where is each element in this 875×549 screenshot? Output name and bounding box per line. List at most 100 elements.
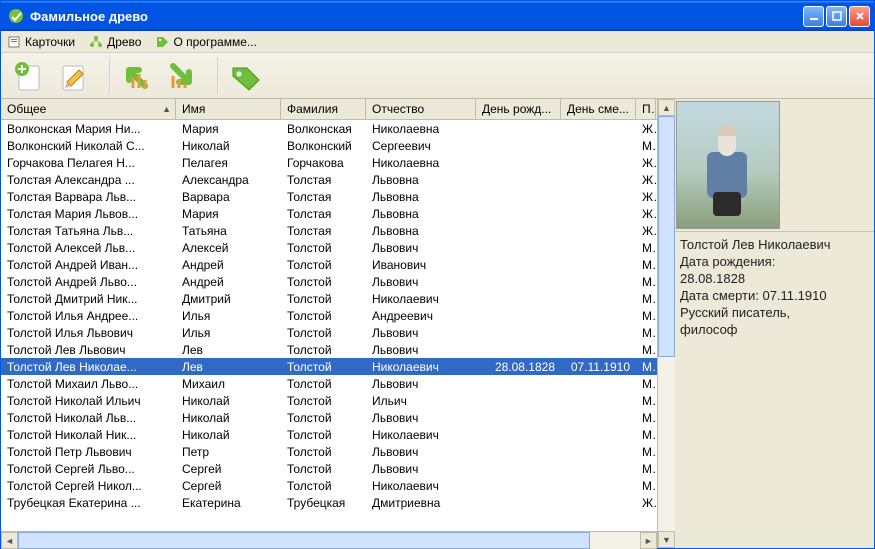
- table-cell: Львович: [366, 411, 476, 425]
- new-card-icon: [11, 58, 47, 94]
- vertical-scrollbar[interactable]: ▲ ▼: [657, 99, 674, 548]
- h-scroll-thumb[interactable]: [18, 532, 590, 549]
- table-row[interactable]: Толстой Михаил Льво...МихаилТолстойЛьвов…: [1, 375, 657, 392]
- table-row[interactable]: Толстой Лев ЛьвовичЛевТолстойЛьвовичМ: [1, 341, 657, 358]
- menu-cards[interactable]: Карточки: [7, 35, 75, 49]
- v-scroll-thumb[interactable]: [658, 116, 675, 357]
- table-row[interactable]: Толстой Алексей Льв...АлексейТолстойЛьво…: [1, 239, 657, 256]
- table-row[interactable]: Толстой Андрей Льво...АндрейТолстойЛьвов…: [1, 273, 657, 290]
- table-cell: Толстой Сергей Льво...: [1, 462, 176, 476]
- menu-about[interactable]: О программе...: [155, 35, 256, 49]
- table-cell: Толстой Дмитрий Ник...: [1, 292, 176, 306]
- person-photo[interactable]: [676, 101, 780, 229]
- table-cell: Толстой: [281, 360, 366, 374]
- column-surname[interactable]: Фамилия: [281, 99, 366, 119]
- table-cell: Ж: [636, 156, 656, 170]
- table-cell: Андрей: [176, 258, 281, 272]
- table-cell: Толстой: [281, 292, 366, 306]
- table-cell: Андрей: [176, 275, 281, 289]
- column-birthday[interactable]: День рожд...: [476, 99, 561, 119]
- table-cell: Дмитриевна: [366, 496, 476, 510]
- column-deathday[interactable]: День сме...: [561, 99, 636, 119]
- table-cell: Львовна: [366, 173, 476, 187]
- table-row[interactable]: Толстой Николай Льв...НиколайТолстойЛьво…: [1, 409, 657, 426]
- table-row[interactable]: Толстой Лев Николае...ЛевТолстойНиколаев…: [1, 358, 657, 375]
- scroll-left-button[interactable]: ◄: [1, 532, 18, 549]
- table-cell: Александра: [176, 173, 281, 187]
- h-scroll-track[interactable]: [18, 532, 640, 549]
- table-row[interactable]: Толстой Андрей Иван...АндрейТолстойИвано…: [1, 256, 657, 273]
- scroll-down-button[interactable]: ▼: [658, 531, 675, 548]
- table-cell: Николай: [176, 139, 281, 153]
- scroll-right-button[interactable]: ►: [640, 532, 657, 549]
- new-card-button[interactable]: [9, 56, 49, 96]
- table-row[interactable]: Толстая Татьяна Льв...ТатьянаТолстаяЛьво…: [1, 222, 657, 239]
- table-cell: Николаевич: [366, 428, 476, 442]
- table-cell: Толстой Николай Ник...: [1, 428, 176, 442]
- table-cell: Николаевна: [366, 156, 476, 170]
- table-cell: М: [636, 275, 656, 289]
- tag-icon: [155, 35, 169, 49]
- detail-text: Толстой Лев Николаевич Дата рождения: 28…: [674, 231, 874, 548]
- table-row[interactable]: Горчакова Пелагея Н...ПелагеяГорчаковаНи…: [1, 154, 657, 171]
- table-cell: Толстой Лев Николае...: [1, 360, 176, 374]
- descendants-button[interactable]: [161, 56, 201, 96]
- table-row[interactable]: Толстая Варвара Льв...ВарвараТолстаяЛьво…: [1, 188, 657, 205]
- arrow-down-right-icon: [163, 58, 199, 94]
- table-row[interactable]: Толстая Мария Львов...МарияТолстаяЛьвовн…: [1, 205, 657, 222]
- table-cell: Толстая Татьяна Льв...: [1, 224, 176, 238]
- table-row[interactable]: Толстой Дмитрий Ник...ДмитрийТолстойНико…: [1, 290, 657, 307]
- title-bar[interactable]: Фамильное древо: [1, 1, 874, 31]
- table-row[interactable]: Волконский Николай С...НиколайВолконский…: [1, 137, 657, 154]
- table-row[interactable]: Толстой Николай Ник...НиколайТолстойНико…: [1, 426, 657, 443]
- table-row[interactable]: Толстой Илья Андрее...ИльяТолстойАндреев…: [1, 307, 657, 324]
- table-cell: М: [636, 394, 656, 408]
- table-cell: Толстой Николай Льв...: [1, 411, 176, 425]
- table-row[interactable]: Трубецкая Екатерина ...ЕкатеринаТрубецка…: [1, 494, 657, 511]
- table-header: Общее▲ Имя Фамилия Отчество День рожд...…: [1, 99, 657, 120]
- column-name[interactable]: Имя: [176, 99, 281, 119]
- tree-icon: [89, 35, 103, 49]
- table-cell: Ж: [636, 190, 656, 204]
- detail-description-2: философ: [680, 321, 868, 338]
- column-gender[interactable]: П...: [636, 99, 656, 119]
- table-cell: Львович: [366, 462, 476, 476]
- table-body[interactable]: Волконская Мария Ни...МарияВолконскаяНик…: [1, 120, 657, 531]
- table-cell: Илья: [176, 309, 281, 323]
- minimize-button[interactable]: [803, 6, 824, 27]
- table-cell: Толстой: [281, 309, 366, 323]
- tag-button[interactable]: [225, 56, 265, 96]
- table-cell: Львович: [366, 377, 476, 391]
- v-scroll-track[interactable]: [658, 116, 675, 531]
- table-cell: Толстой: [281, 445, 366, 459]
- maximize-button[interactable]: [826, 6, 847, 27]
- window-title: Фамильное древо: [30, 9, 803, 24]
- horizontal-scrollbar[interactable]: ◄ ►: [1, 531, 657, 548]
- column-patronym[interactable]: Отчество: [366, 99, 476, 119]
- table-row[interactable]: Толстая Александра ...АлександраТолстаяЛ…: [1, 171, 657, 188]
- table-cell: Львовна: [366, 224, 476, 238]
- table-row[interactable]: Толстой Сергей Никол...СергейТолстойНико…: [1, 477, 657, 494]
- table-cell: Горчакова Пелагея Н...: [1, 156, 176, 170]
- table-cell: Толстой: [281, 326, 366, 340]
- edit-card-button[interactable]: [53, 56, 93, 96]
- table-row[interactable]: Толстой Илья ЛьвовичИльяТолстойЛьвовичМ: [1, 324, 657, 341]
- table-cell: Толстой: [281, 394, 366, 408]
- table-cell: М: [636, 462, 656, 476]
- menu-tree[interactable]: Древо: [89, 35, 141, 49]
- table-cell: Алексей: [176, 241, 281, 255]
- column-common[interactable]: Общее▲: [1, 99, 176, 119]
- table-cell: Толстой Сергей Никол...: [1, 479, 176, 493]
- table-cell: Иванович: [366, 258, 476, 272]
- table-row[interactable]: Толстой Николай ИльичНиколайТолстойИльич…: [1, 392, 657, 409]
- close-button[interactable]: [849, 6, 870, 27]
- table-row[interactable]: Толстой Петр ЛьвовичПетрТолстойЛьвовичМ: [1, 443, 657, 460]
- table-cell: Ж: [636, 122, 656, 136]
- ancestors-button[interactable]: [117, 56, 157, 96]
- table-row[interactable]: Волконская Мария Ни...МарияВолконскаяНик…: [1, 120, 657, 137]
- table-row[interactable]: Толстой Сергей Льво...СергейТолстойЛьвов…: [1, 460, 657, 477]
- scroll-up-button[interactable]: ▲: [658, 99, 675, 116]
- toolbar: [1, 53, 874, 99]
- detail-fullname: Толстой Лев Николаевич: [680, 236, 868, 253]
- table-cell: Толстой: [281, 428, 366, 442]
